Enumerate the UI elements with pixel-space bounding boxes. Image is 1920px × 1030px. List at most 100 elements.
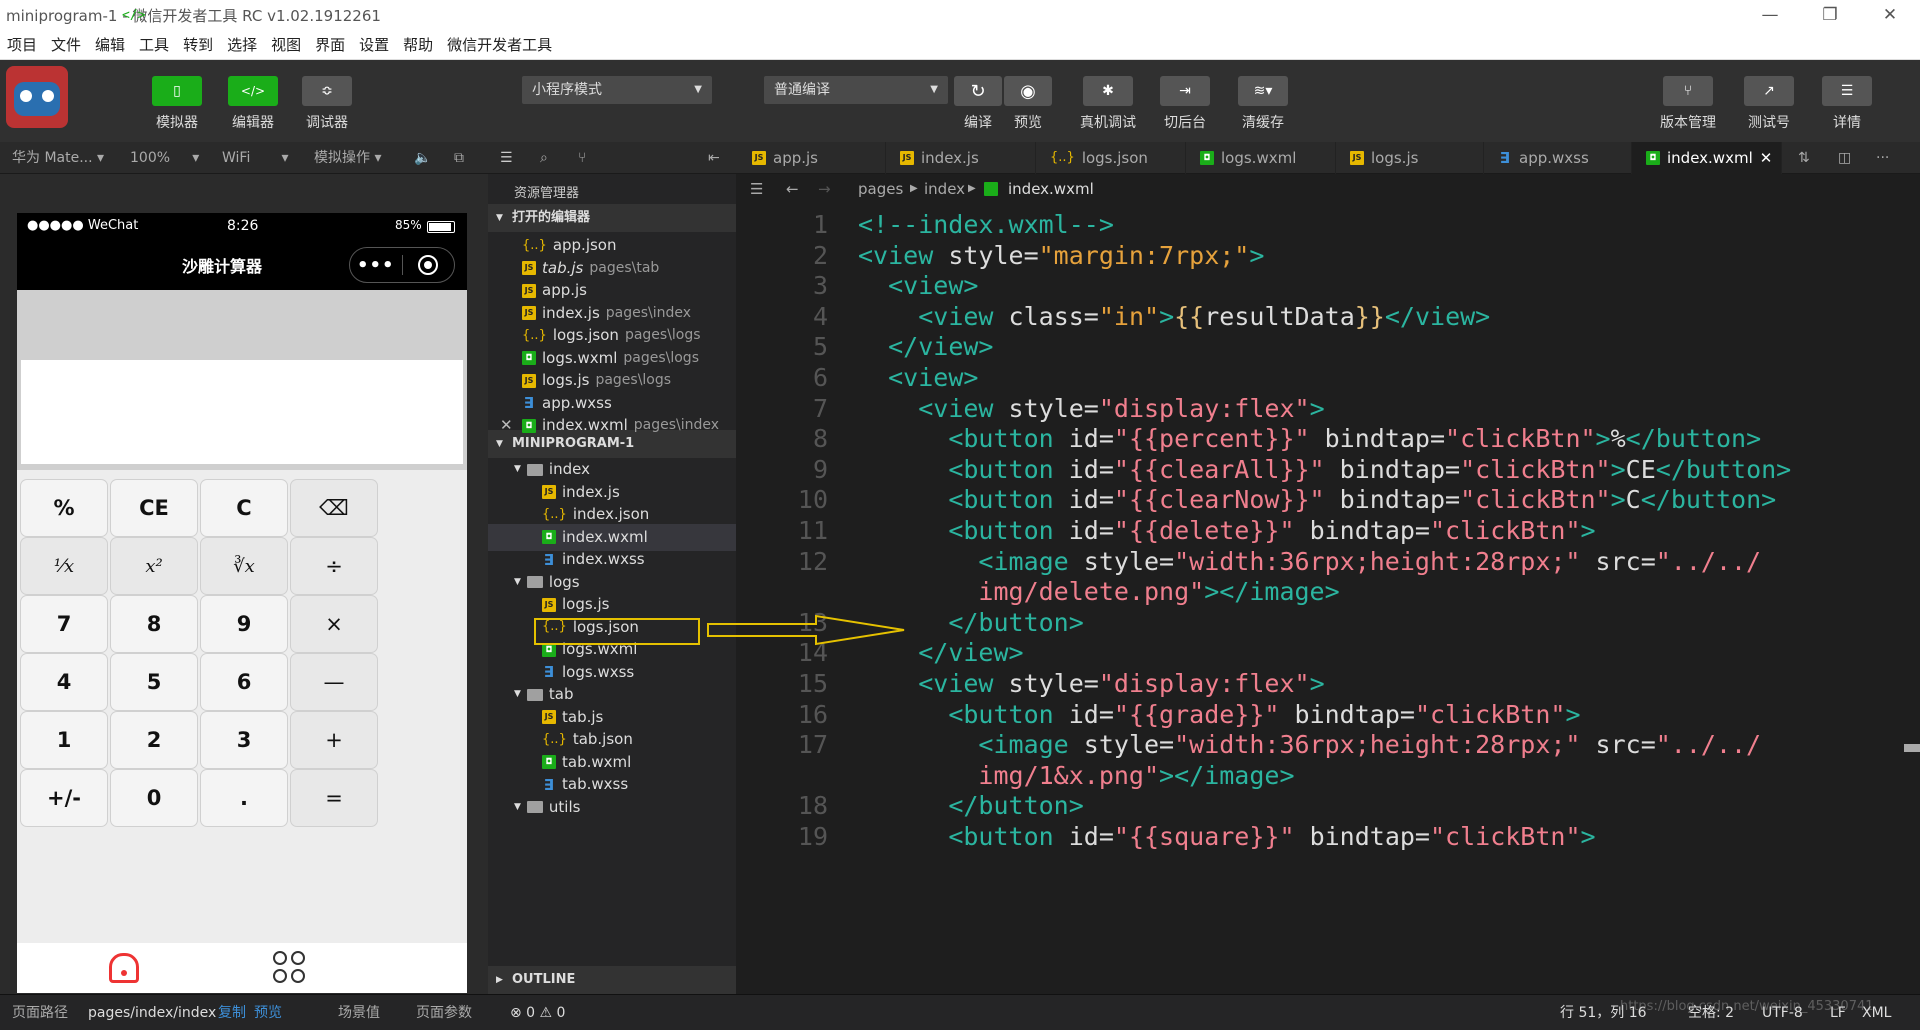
outline-header[interactable]: ▶ OUTLINE bbox=[488, 966, 736, 994]
avatar[interactable] bbox=[6, 66, 68, 128]
menu-item[interactable]: 帮助 bbox=[396, 34, 440, 55]
code-line[interactable]: <view> bbox=[858, 363, 978, 392]
calc-key[interactable]: +/- bbox=[21, 770, 107, 826]
editor-tab[interactable]: ∃ app.wxss bbox=[1484, 142, 1632, 174]
menu-item[interactable]: 设置 bbox=[352, 34, 396, 55]
menu-item[interactable]: 选择 bbox=[220, 34, 264, 55]
copy-link[interactable]: 复制 bbox=[218, 995, 246, 1030]
menu-item[interactable]: 文件 bbox=[44, 34, 88, 55]
params-button[interactable]: 页面参数 bbox=[416, 995, 472, 1030]
calc-key[interactable]: CE bbox=[111, 480, 197, 536]
calc-key[interactable]: 7 bbox=[21, 596, 107, 652]
calc-key[interactable]: 6 bbox=[201, 654, 287, 710]
editor-tab[interactable]: {..} logs.json bbox=[1036, 142, 1186, 174]
menu-item[interactable]: 视图 bbox=[264, 34, 308, 55]
compile-select[interactable]: 普通编译 ▼ bbox=[764, 76, 948, 104]
sound-icon[interactable]: 🔈 bbox=[414, 142, 431, 174]
code-line[interactable]: </button> bbox=[858, 791, 1083, 820]
close-icon[interactable]: ✕ bbox=[1860, 0, 1920, 30]
menu-item[interactable]: 编辑 bbox=[88, 34, 132, 55]
compile-button[interactable]: ↻ 编译 bbox=[954, 76, 1002, 132]
details-button[interactable]: ☰ 详情 bbox=[1822, 76, 1872, 132]
more-icon[interactable]: ••• bbox=[350, 255, 402, 276]
calc-key[interactable]: — bbox=[291, 654, 377, 710]
close-icon[interactable]: ✕ bbox=[500, 412, 513, 439]
calc-key[interactable]: 8 bbox=[111, 596, 197, 652]
breadcrumb-index[interactable]: index bbox=[924, 174, 965, 204]
breadcrumb-pages[interactable]: pages bbox=[858, 174, 903, 204]
detach-icon[interactable]: ⧉ bbox=[454, 142, 464, 174]
code-line[interactable]: <image style="width:36rpx;height:28rpx;"… bbox=[858, 547, 1761, 576]
code-editor[interactable]: 1 <!--index.wxml--> 2 <view style="margin:7… bbox=[736, 174, 1920, 994]
version-button[interactable]: ⑂ 版本管理 bbox=[1660, 76, 1716, 132]
remote-debug-button[interactable]: ✱ 真机调试 bbox=[1080, 76, 1136, 132]
close-tab-icon[interactable]: ✕ bbox=[1760, 142, 1773, 174]
code-line[interactable]: <view style="display:flex"> bbox=[858, 669, 1324, 698]
calc-key[interactable]: = bbox=[291, 770, 377, 826]
open-editor-item[interactable]: ✕ ◘ index.wxml pages\index bbox=[488, 412, 736, 439]
branch-icon[interactable]: ⑂ bbox=[578, 142, 586, 174]
code-line[interactable]: <!--index.wxml--> bbox=[858, 210, 1114, 239]
menu-item[interactable]: 项目 bbox=[0, 34, 44, 55]
scrollbar-thumb[interactable] bbox=[1904, 744, 1920, 752]
test-account-button[interactable]: ↗ 测试号 bbox=[1744, 76, 1794, 132]
calc-key[interactable]: ÷ bbox=[291, 538, 377, 594]
code-line[interactable]: <image style="width:36rpx;height:28rpx;"… bbox=[858, 730, 1761, 759]
editor-tab[interactable]: ◘ index.wxml ✕ bbox=[1632, 142, 1782, 174]
calc-key[interactable]: × bbox=[291, 596, 377, 652]
calc-key[interactable]: 0 bbox=[111, 770, 197, 826]
code-line[interactable]: <button id="{{grade}}" bindtap="clickBtn… bbox=[858, 700, 1580, 729]
close-target-icon[interactable] bbox=[402, 255, 454, 275]
calc-key[interactable]: 5 bbox=[111, 654, 197, 710]
ops-select[interactable]: 模拟操作 ▾ bbox=[314, 142, 381, 174]
editor-tab[interactable]: JS app.js bbox=[738, 142, 886, 174]
menu-item[interactable]: 界面 bbox=[308, 34, 352, 55]
calc-key[interactable]: . bbox=[201, 770, 287, 826]
code-line[interactable]: <view style="display:flex"> bbox=[858, 394, 1324, 423]
open-editors-header[interactable]: ▼ 打开的编辑器 bbox=[488, 204, 736, 232]
forward-icon[interactable]: → bbox=[818, 174, 831, 204]
phone-screen[interactable]: ●●●●● WeChat 8:26 85% 沙雕计算器 ••• % CE C ⌫ ¹⁄x… bbox=[17, 213, 467, 993]
maximize-icon[interactable]: ❐ bbox=[1800, 0, 1860, 30]
preview-link[interactable]: 预览 bbox=[254, 995, 282, 1030]
scene-button[interactable]: 场景值 bbox=[338, 995, 380, 1030]
editor-tab[interactable]: JS index.js bbox=[886, 142, 1036, 174]
code-line[interactable]: <button id="{{percent}}" bindtap="clickB… bbox=[858, 424, 1761, 453]
menu-item[interactable]: 转到 bbox=[176, 34, 220, 55]
calc-key[interactable]: ⌫ bbox=[291, 480, 377, 536]
menu-item[interactable]: 微信开发者工具 bbox=[440, 34, 559, 55]
device-select[interactable]: 华为 Mate... ▾ bbox=[12, 142, 104, 174]
debugger-toggle[interactable]: ≎ 调试器 bbox=[302, 76, 352, 132]
list-icon[interactable]: ☰ bbox=[500, 142, 513, 174]
minimize-icon[interactable]: — bbox=[1740, 0, 1800, 30]
editor-toggle[interactable]: </> 编辑器 bbox=[228, 76, 278, 132]
code-line[interactable]: <button id="{{clearNow}}" bindtap="click… bbox=[858, 485, 1776, 514]
split-icon[interactable]: ◫ bbox=[1838, 142, 1851, 174]
code-line[interactable]: <button id="{{clearAll}}" bindtap="click… bbox=[858, 455, 1791, 484]
calc-key[interactable]: ∛x bbox=[201, 538, 287, 594]
code-line[interactable]: img/1&x.png"></image> bbox=[858, 761, 1294, 790]
clear-cache-button[interactable]: ≋▾ 清缓存 bbox=[1238, 76, 1288, 132]
mode-select[interactable]: 小程序模式 ▼ bbox=[522, 76, 712, 104]
background-button[interactable]: ⇥ 切后台 bbox=[1160, 76, 1210, 132]
editor-tab[interactable]: JS logs.js bbox=[1336, 142, 1484, 174]
calc-key[interactable]: 9 bbox=[201, 596, 287, 652]
simulator-toggle[interactable]: ▯ 模拟器 bbox=[152, 76, 202, 132]
calc-key[interactable]: 1 bbox=[21, 712, 107, 768]
problems-count[interactable]: ⊗ 0 ⚠ 0 bbox=[510, 995, 565, 1030]
code-line[interactable]: </view> bbox=[858, 332, 993, 361]
zoom-select[interactable]: 100% ▾ bbox=[130, 142, 199, 174]
calc-key[interactable]: 4 bbox=[21, 654, 107, 710]
calc-key[interactable]: % bbox=[21, 480, 107, 536]
calc-key[interactable]: C bbox=[201, 480, 287, 536]
search-icon[interactable]: ⌕ bbox=[540, 142, 548, 174]
code-line[interactable]: img/delete.png"></image> bbox=[858, 577, 1339, 606]
breadcrumb-file[interactable]: index.wxml bbox=[1008, 174, 1094, 204]
network-select[interactable]: WiFi ▾ bbox=[222, 142, 289, 174]
code-line[interactable]: <button id="{{square}}" bindtap="clickBt… bbox=[858, 822, 1595, 851]
compare-icon[interactable]: ⇅ bbox=[1798, 142, 1810, 174]
more-icon[interactable]: ··· bbox=[1876, 142, 1889, 174]
calc-key[interactable]: ¹⁄x bbox=[21, 538, 107, 594]
calc-key[interactable]: 3 bbox=[201, 712, 287, 768]
capsule-menu[interactable]: ••• bbox=[349, 247, 455, 283]
